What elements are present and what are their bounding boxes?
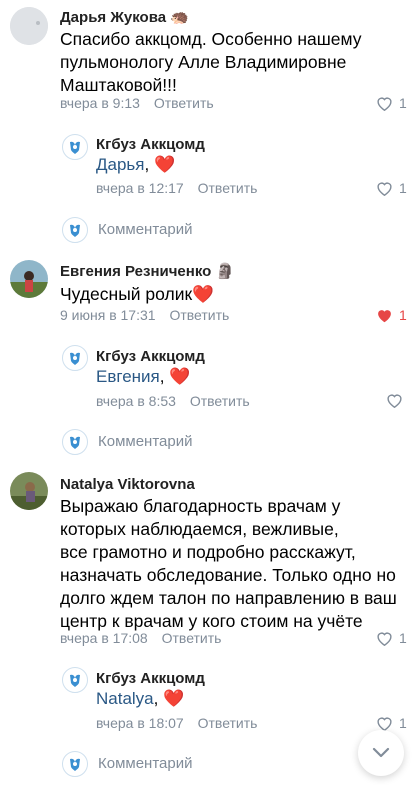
avatar[interactable] xyxy=(62,667,88,693)
reply-button[interactable]: Ответить xyxy=(198,715,258,731)
like-button[interactable] xyxy=(386,393,409,408)
comment-input[interactable]: Комментарий xyxy=(98,433,192,450)
heart-outline-icon xyxy=(377,96,392,111)
comment-text: Чудесный ролик❤️ xyxy=(60,283,214,306)
avatar xyxy=(62,429,88,455)
text-line: все грамотно и подробно расскажут, xyxy=(60,542,356,562)
comment-date: вчера в 17:08 xyxy=(60,630,148,646)
like-count: 1 xyxy=(399,95,407,111)
clinic-logo-icon xyxy=(70,224,80,237)
like-button[interactable]: 1 xyxy=(376,95,407,111)
like-count: 1 xyxy=(399,715,407,731)
comment-author[interactable]: Евгения Резниченко 🗿 xyxy=(60,262,234,280)
reply-date: вчера в 18:07 xyxy=(96,715,184,731)
avatar[interactable] xyxy=(62,345,88,371)
comment-input[interactable]: Комментарий xyxy=(98,221,192,238)
like-button[interactable]: 1 xyxy=(376,180,407,196)
like-count: 1 xyxy=(399,180,407,196)
avatar-photo-icon xyxy=(10,472,48,510)
author-name[interactable]: Евгения Резниченко xyxy=(60,263,211,280)
comment-author[interactable]: Natalya Viktorovna xyxy=(60,476,195,493)
avatar[interactable] xyxy=(10,7,48,45)
chevron-down-icon xyxy=(372,747,390,758)
reply-suffix: , ❤️ xyxy=(153,689,185,708)
clinic-logo-icon xyxy=(70,436,80,449)
comment-text: Выражаю благодарность врачам у которых н… xyxy=(60,495,397,633)
like-count: 1 xyxy=(399,630,407,646)
comment-author[interactable]: Дарья Жукова 🦔 xyxy=(60,8,189,26)
reply-button[interactable]: Ответить xyxy=(169,307,229,323)
text-line: назначать обследование. Только одно но xyxy=(60,565,396,585)
text-line: пульмонологу Алле Владимировне xyxy=(60,52,347,72)
text-line: Маштаковой!!! xyxy=(60,75,177,95)
mention-link[interactable]: Евгения xyxy=(96,367,160,386)
reply-meta: вчера в 8:53 Ответить xyxy=(96,393,250,409)
comment-date: вчера в 9:13 xyxy=(60,95,140,111)
like-button[interactable]: 1 xyxy=(376,307,407,323)
text-line: Спасибо аккцомд. Особенно нашему xyxy=(60,29,362,49)
avatar xyxy=(62,217,88,243)
comment-meta: вчера в 17:08 Ответить xyxy=(60,630,221,646)
avatar-photo-icon xyxy=(10,260,48,298)
mention-link[interactable]: Дарья xyxy=(96,155,145,174)
avatar[interactable] xyxy=(10,260,48,298)
comment-date: 9 июня в 17:31 xyxy=(60,307,156,323)
like-button[interactable]: 1 xyxy=(376,715,407,731)
author-name[interactable]: Дарья Жукова xyxy=(60,9,166,26)
comment-input[interactable]: Комментарий xyxy=(98,755,192,772)
text-line: Выражаю благодарность врачам у xyxy=(60,496,341,516)
reply-button[interactable]: Ответить xyxy=(198,180,258,196)
avatar[interactable] xyxy=(62,134,88,160)
comment-text: Спасибо аккцомд. Особенно нашему пульмон… xyxy=(60,28,361,97)
heart-outline-icon xyxy=(377,181,392,196)
avatar[interactable] xyxy=(10,472,48,510)
reply-suffix: , ❤️ xyxy=(159,367,191,386)
reply-meta: вчера в 12:17 Ответить xyxy=(96,180,257,196)
reply-text: Дарья, ❤️ xyxy=(96,155,175,175)
reply-author[interactable]: Кгбуз Аккцомд xyxy=(96,670,205,687)
reply-button[interactable]: Ответить xyxy=(190,393,250,409)
scroll-down-button[interactable] xyxy=(358,730,404,776)
clinic-logo-icon xyxy=(70,758,80,771)
reply-author[interactable]: Кгбуз Аккцомд xyxy=(96,136,205,153)
like-count: 1 xyxy=(399,307,407,323)
comment-meta: вчера в 9:13 Ответить xyxy=(60,95,214,111)
text-line: которых наблюдаемся, вежливые, xyxy=(60,519,339,539)
author-badge: 🦔 xyxy=(170,9,189,26)
like-button[interactable]: 1 xyxy=(376,630,407,646)
reply-author[interactable]: Кгбуз Аккцомд xyxy=(96,348,205,365)
reply-suffix: , ❤️ xyxy=(144,155,176,174)
clinic-logo-icon xyxy=(70,141,80,154)
avatar xyxy=(62,751,88,777)
clinic-logo-icon xyxy=(70,674,80,687)
reply-date: вчера в 12:17 xyxy=(96,180,184,196)
mention-link[interactable]: Natalya xyxy=(96,689,154,708)
heart-filled-icon xyxy=(378,309,391,322)
author-badge: 🗿 xyxy=(215,263,235,280)
reply-text: Natalya, ❤️ xyxy=(96,689,184,709)
avatar-placeholder-icon xyxy=(10,7,48,45)
text-line: долго ждем талон по направлению в ваш xyxy=(60,588,397,608)
reply-text: Евгения, ❤️ xyxy=(96,367,190,387)
clinic-logo-icon xyxy=(70,352,80,365)
text-line: Чудесный ролик❤️ xyxy=(60,284,214,304)
heart-outline-icon xyxy=(377,716,392,731)
author-name[interactable]: Natalya Viktorovna xyxy=(60,476,195,493)
reply-button[interactable]: Ответить xyxy=(154,95,214,111)
comment-meta: 9 июня в 17:31 Ответить xyxy=(60,307,229,323)
reply-meta: вчера в 18:07 Ответить xyxy=(96,715,257,731)
reply-button[interactable]: Ответить xyxy=(162,630,222,646)
heart-outline-icon xyxy=(377,631,392,646)
reply-date: вчера в 8:53 xyxy=(96,393,176,409)
heart-outline-icon xyxy=(387,394,402,408)
